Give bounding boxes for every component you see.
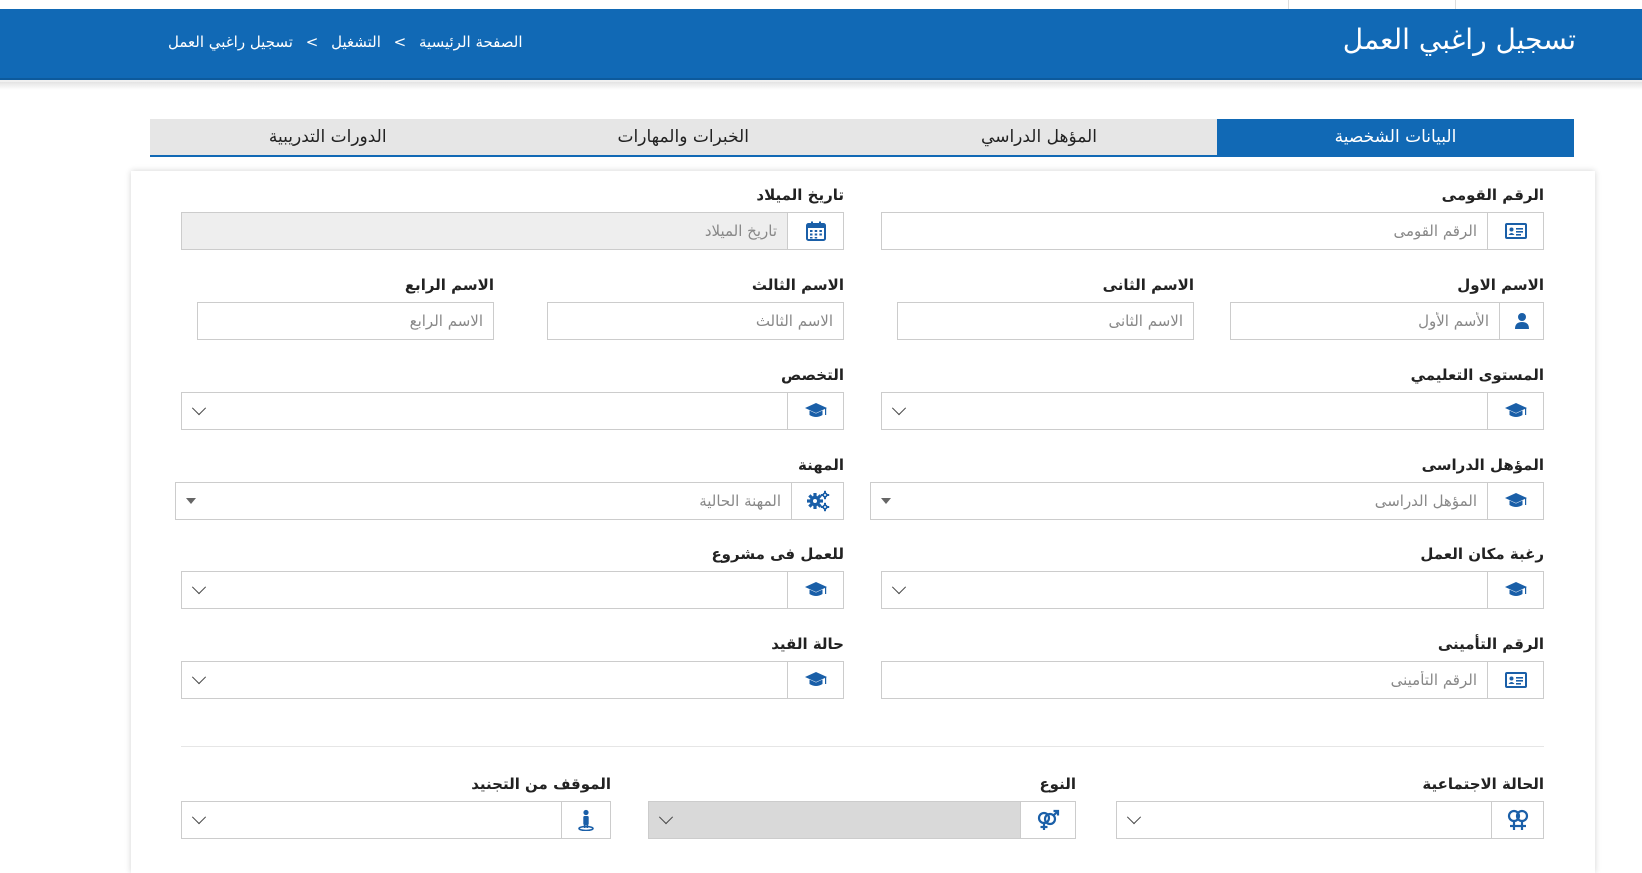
specialization-label: التخصص [781, 366, 844, 384]
tab-experience-skills[interactable]: الخبرات والمهارات [505, 119, 861, 155]
profession-placeholder: المهنة الحالية [699, 492, 781, 510]
insurance-number-field: الرقم التأمينى [881, 635, 1544, 699]
birth-date-input[interactable] [192, 222, 777, 240]
person-standing-icon [561, 802, 610, 838]
breadcrumb-current: تسجيل راغبي العمل [168, 33, 293, 51]
first-name-label: الاسم الاول [1457, 276, 1544, 294]
profession-field: المهنة المهنة الحالية [175, 456, 844, 520]
gears-icon [791, 483, 843, 519]
profession-label: المهنة [798, 456, 844, 474]
page-title: تسجيل راغبي العمل [1342, 23, 1576, 56]
page-header: تسجيل راغبي العمل الصفحة الرئيسية > التش… [0, 9, 1642, 80]
first-name-input[interactable] [1241, 312, 1489, 330]
birth-date-field: تاريخ الميلاد [181, 186, 844, 250]
marital-status-label: الحالة الاجتماعية [1422, 775, 1544, 793]
graduation-cap-icon [787, 393, 843, 429]
tab-personal-data[interactable]: البيانات الشخصية [1217, 119, 1574, 155]
chevron-down-icon [191, 670, 207, 685]
qualification-placeholder: المؤهل الدراسى [1374, 492, 1477, 510]
insurance-number-label: الرقم التأمينى [1437, 635, 1544, 653]
military-status-select[interactable] [182, 802, 561, 838]
gender-field: النوع [648, 775, 1076, 839]
fourth-name-field: الاسم الرابع [197, 276, 494, 340]
third-name-input[interactable] [558, 312, 833, 330]
chevron-down-icon [191, 810, 207, 825]
workplace-preference-field: رغبة مكان العمل [881, 545, 1544, 609]
qualification-combobox[interactable]: المؤهل الدراسى [871, 483, 1487, 519]
military-status-field: الموقف من التجنيد [181, 775, 611, 839]
tab-bar: البيانات الشخصية المؤهل الدراسي الخبرات … [150, 119, 1574, 157]
project-work-field: للعمل فى مشروع [181, 545, 844, 609]
tab-training-courses[interactable]: الدورات التدريبية [150, 119, 506, 155]
chevron-down-icon [891, 580, 907, 595]
second-name-field: الاسم الثانى [897, 276, 1194, 340]
id-card-icon [1487, 662, 1543, 698]
gender-label: النوع [1039, 775, 1076, 793]
graduation-cap-icon [787, 572, 843, 608]
section-divider [181, 746, 1544, 747]
venus-double-icon [1491, 802, 1543, 838]
profession-combobox[interactable]: المهنة الحالية [176, 483, 791, 519]
specialization-select[interactable] [182, 393, 787, 429]
qualification-field: المؤهل الدراسى المؤهل الدراسى [870, 456, 1544, 520]
fourth-name-label: الاسم الرابع [404, 276, 494, 294]
workplace-preference-select[interactable] [882, 572, 1487, 608]
education-level-select[interactable] [882, 393, 1487, 429]
graduation-cap-icon [1487, 393, 1543, 429]
chevron-down-icon [891, 401, 907, 416]
registration-status-field: حالة القيد [181, 635, 844, 699]
project-work-label: للعمل فى مشروع [711, 545, 844, 563]
top-strip [0, 0, 1642, 9]
breadcrumb-operation[interactable]: التشغيل [331, 33, 381, 51]
education-level-label: المستوى التعليمي [1410, 366, 1544, 384]
third-name-field: الاسم الثالث [547, 276, 844, 340]
tab-qualification[interactable]: المؤهل الدراسي [861, 119, 1217, 155]
specialization-field: التخصص [181, 366, 844, 430]
fourth-name-input[interactable] [208, 312, 483, 330]
user-icon [1499, 303, 1543, 339]
project-work-select[interactable] [182, 572, 787, 608]
graduation-cap-icon [1487, 483, 1543, 519]
second-name-label: الاسم الثانى [1102, 276, 1194, 294]
marital-status-select[interactable] [1117, 802, 1491, 838]
gender-icon [1020, 802, 1075, 838]
chevron-down-icon [191, 401, 207, 416]
breadcrumb: الصفحة الرئيسية > التشغيل > تسجيل راغبي … [168, 33, 523, 51]
birth-date-label: تاريخ الميلاد [756, 186, 844, 204]
registration-status-select[interactable] [182, 662, 787, 698]
chevron-down-icon [1126, 810, 1142, 825]
breadcrumb-separator: > [393, 33, 407, 51]
second-name-input[interactable] [908, 312, 1183, 330]
graduation-cap-icon [787, 662, 843, 698]
gender-select[interactable] [649, 802, 1020, 838]
chevron-down-icon [658, 810, 674, 825]
chevron-down-icon [191, 580, 207, 595]
caret-down-icon [881, 498, 891, 504]
national-id-input[interactable] [892, 222, 1477, 240]
education-level-field: المستوى التعليمي [881, 366, 1544, 430]
first-name-field: الاسم الاول [1230, 276, 1544, 340]
national-id-field: الرقم القومى [881, 186, 1544, 250]
caret-down-icon [186, 498, 196, 504]
national-id-label: الرقم القومى [1441, 186, 1544, 204]
graduation-cap-icon [1487, 572, 1543, 608]
insurance-number-input[interactable] [892, 671, 1477, 689]
breadcrumb-separator: > [305, 33, 319, 51]
marital-status-field: الحالة الاجتماعية [1116, 775, 1544, 839]
id-card-icon [1487, 213, 1543, 249]
qualification-label: المؤهل الدراسى [1421, 456, 1544, 474]
registration-status-label: حالة القيد [771, 635, 844, 653]
breadcrumb-home[interactable]: الصفحة الرئيسية [419, 33, 523, 51]
military-status-label: الموقف من التجنيد [471, 775, 611, 793]
workplace-preference-label: رغبة مكان العمل [1420, 545, 1544, 563]
third-name-label: الاسم الثالث [751, 276, 844, 294]
calendar-icon[interactable] [787, 213, 843, 249]
